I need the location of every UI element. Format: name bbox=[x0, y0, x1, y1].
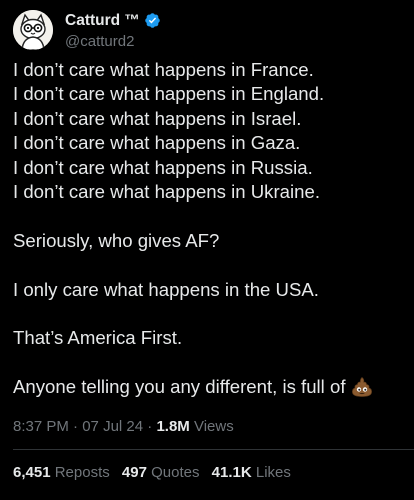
reposts-label: Reposts bbox=[54, 464, 110, 481]
author-display-name[interactable]: Catturd ™ bbox=[65, 12, 140, 30]
cat-with-glasses-icon bbox=[13, 10, 53, 50]
likes-label: Likes bbox=[255, 464, 291, 481]
tweet-line: I don’t care what happens in Gaza. bbox=[13, 132, 301, 154]
author-info: Catturd ™ @catturd2 bbox=[65, 11, 161, 50]
tweet-paragraph-text: Anyone telling you any different, is ful… bbox=[13, 376, 346, 398]
likes-count: 41.1K bbox=[211, 464, 252, 481]
tweet-paragraph-last: Anyone telling you any different, is ful… bbox=[13, 375, 405, 399]
meta-separator: · bbox=[73, 418, 83, 435]
pile-of-poo-icon bbox=[351, 376, 373, 398]
verified-badge-icon[interactable] bbox=[144, 12, 161, 29]
reposts-count: 6,451 bbox=[13, 464, 51, 481]
avatar[interactable] bbox=[13, 10, 53, 50]
tweet-line: I don’t care what happens in England. bbox=[13, 83, 325, 105]
tweet-paragraph: That’s America First. bbox=[13, 327, 183, 349]
tweet-header: Catturd ™ @catturd2 bbox=[13, 8, 161, 52]
likes-stat[interactable]: 41.1K Likes bbox=[212, 464, 291, 481]
tweet-line: I don’t care what happens in France. bbox=[13, 59, 314, 80]
tweet-meta: 8:37 PM · 07 Jul 24 · 1.8M Views bbox=[13, 418, 234, 435]
tweet-paragraph: Seriously, who gives AF? bbox=[13, 229, 220, 251]
divider bbox=[13, 449, 414, 450]
tweet-line: I don’t care what happens in Russia. bbox=[13, 156, 313, 178]
quotes-count: 497 bbox=[121, 464, 147, 481]
views-label: Views bbox=[193, 418, 234, 435]
tweet-line: I don’t care what happens in Israel. bbox=[13, 107, 302, 129]
reposts-stat[interactable]: 6,451 Reposts bbox=[13, 464, 114, 481]
tweet-card: Catturd ™ @catturd2 I don’t care what ha… bbox=[0, 0, 414, 500]
tweet-date[interactable]: 07 Jul 24 bbox=[82, 418, 143, 435]
author-handle[interactable]: @catturd2 bbox=[65, 33, 161, 50]
tweet-line: I don’t care what happens in Ukraine. bbox=[13, 180, 320, 202]
tweet-paragraph: I only care what happens in the USA. bbox=[13, 278, 319, 300]
quotes-stat[interactable]: 497 Quotes bbox=[122, 464, 204, 481]
tweet-text: I don’t care what happens in France. I d… bbox=[13, 58, 405, 399]
tweet-time[interactable]: 8:37 PM bbox=[13, 418, 69, 435]
quotes-label: Quotes bbox=[151, 464, 200, 481]
views-count: 1.8M bbox=[156, 418, 190, 435]
tweet-stats: 6,451 Reposts 497 Quotes 41.1K Likes bbox=[13, 464, 299, 481]
